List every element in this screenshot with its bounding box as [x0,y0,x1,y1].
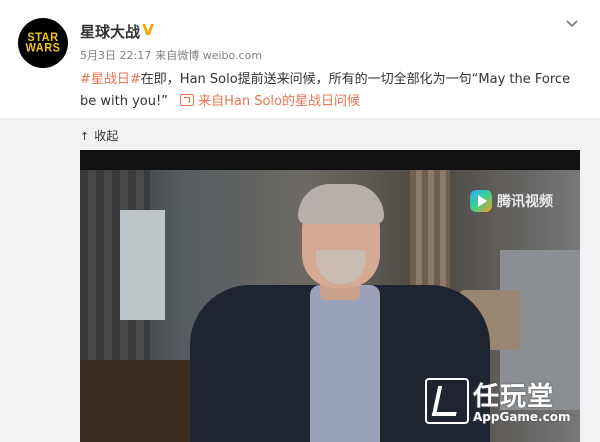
hashtag-link[interactable]: #星战日# [80,72,141,87]
tencent-video-logo: 腾讯视频 [470,190,553,212]
chevron-down-icon[interactable] [566,18,578,30]
tencent-play-icon [470,190,492,212]
collapse-button[interactable]: ↑ 收起 [80,127,118,144]
weibo-post-card: STAR WARS 星球大战 V 5月3日 22:17 来自微博 weibo.co… [0,0,600,442]
person-hair [298,184,384,224]
video-link-label: 来自Han Solo的星战日问候 [198,94,360,109]
avatar[interactable]: STAR WARS [18,18,68,68]
appgame-watermark: 任玩堂 AppGame.com [425,376,595,432]
scene-chair-left [80,360,190,442]
author-name[interactable]: 星球大战 [80,21,140,42]
verified-badge-icon: V [140,22,156,38]
arrow-up-icon: ↑ [80,130,90,143]
collapse-label: 收起 [94,129,119,143]
person-shirt [310,285,380,442]
watermark-en: AppGame.com [473,410,571,424]
tencent-video-label: 腾讯视频 [497,194,553,210]
post-source[interactable]: 来自微博 weibo.com [155,49,262,62]
post-date[interactable]: 5月3日 22:17 [80,49,151,62]
star-wars-logo: STAR WARS [25,31,61,55]
watermark-cn: 任玩堂 [473,382,555,412]
post-text: #星战日#在即，Han Solo提前送来问候，所有的一切全部化为一句“May t… [80,69,580,113]
appgame-logo-icon [425,378,469,424]
video-link[interactable]: 来自Han Solo的星战日问候 [172,94,360,109]
scene-window [120,210,165,320]
link-icon [180,94,195,106]
post-meta: 5月3日 22:17 来自微博 weibo.com [80,47,266,63]
